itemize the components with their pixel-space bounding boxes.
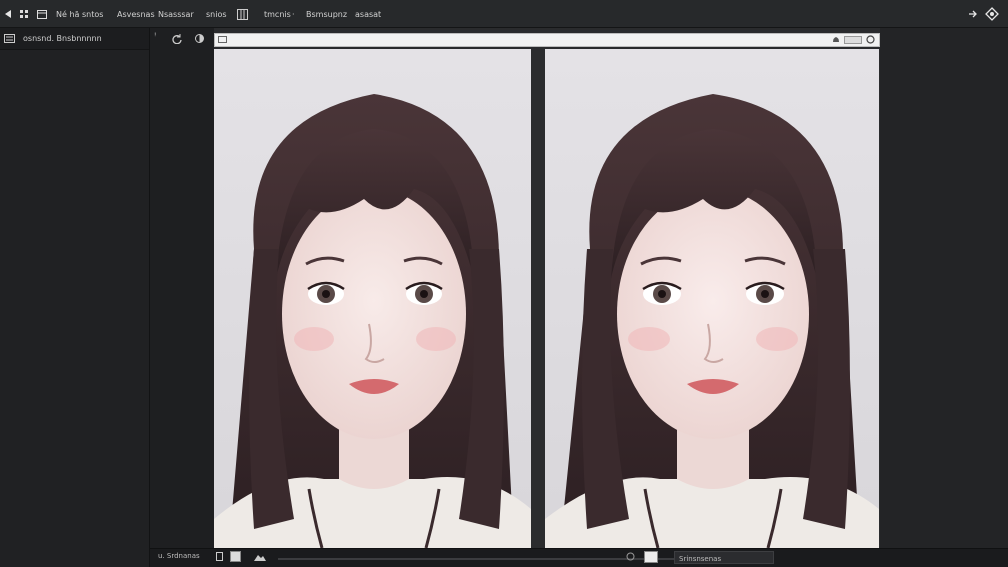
arrow-up-right-icon[interactable] bbox=[968, 0, 978, 28]
small-circle-icon[interactable] bbox=[626, 552, 635, 561]
status-right-field[interactable]: Srinsnsenas bbox=[674, 551, 774, 564]
menu-item-view[interactable]: Bsmsupnz bbox=[306, 0, 347, 28]
processed-photo[interactable] bbox=[545, 49, 879, 548]
tool-strip: ꜝ bbox=[150, 28, 214, 548]
zoom-field[interactable] bbox=[844, 35, 862, 44]
status-left-label: u. Srdnanas bbox=[158, 552, 200, 560]
window-icon[interactable] bbox=[37, 0, 47, 28]
columns-icon[interactable] bbox=[237, 0, 248, 28]
status-bar: u. Srdnanas Srinsnsenas bbox=[150, 548, 1008, 567]
menu-item-image[interactable]: Nsasssar bbox=[158, 0, 194, 28]
collapse-icon[interactable]: ꜝ bbox=[154, 32, 156, 42]
portrait-right bbox=[545, 94, 879, 548]
refresh-icon[interactable] bbox=[172, 34, 182, 44]
color-swatch[interactable] bbox=[644, 551, 658, 563]
portrait-left bbox=[214, 94, 531, 548]
menu-item-layer[interactable]: snios bbox=[206, 0, 227, 28]
back-arrow-icon[interactable] bbox=[4, 0, 14, 28]
layers-icon[interactable] bbox=[4, 33, 15, 44]
checkbox-icon[interactable] bbox=[230, 551, 241, 562]
grid-icon[interactable] bbox=[20, 0, 28, 28]
right-panel bbox=[880, 28, 1008, 567]
viewer-toolbar bbox=[214, 33, 880, 47]
left-panel: osnsnd. Bnsbnnnnn bbox=[0, 28, 150, 567]
split-divider[interactable] bbox=[531, 49, 545, 548]
layer-small-icon[interactable] bbox=[216, 552, 223, 561]
dot-separator-icon: · bbox=[292, 9, 295, 19]
menu-item-file[interactable]: Né hă sntos bbox=[56, 0, 103, 28]
original-photo[interactable] bbox=[214, 49, 531, 548]
menu-item-window[interactable]: asasat bbox=[355, 0, 381, 28]
settings-diamond-icon[interactable] bbox=[985, 0, 999, 28]
bell-icon[interactable] bbox=[832, 36, 840, 44]
menu-bar: Né hă sntos Asvesnas Nsasssar snios tmcn… bbox=[0, 0, 1008, 28]
search-icon[interactable] bbox=[866, 35, 875, 44]
left-panel-header: osnsnd. Bnsbnnnnn bbox=[0, 28, 149, 50]
contrast-icon[interactable] bbox=[195, 34, 204, 43]
frame-icon[interactable] bbox=[218, 35, 227, 44]
menu-item-filter[interactable]: tmcnis bbox=[264, 0, 291, 28]
mountain-icon[interactable] bbox=[254, 552, 266, 561]
left-panel-title: osnsnd. Bnsbnnnnn bbox=[23, 34, 102, 43]
menu-item-edit[interactable]: Asvesnas bbox=[117, 0, 155, 28]
status-right-label: Srinsnsenas bbox=[679, 555, 722, 563]
